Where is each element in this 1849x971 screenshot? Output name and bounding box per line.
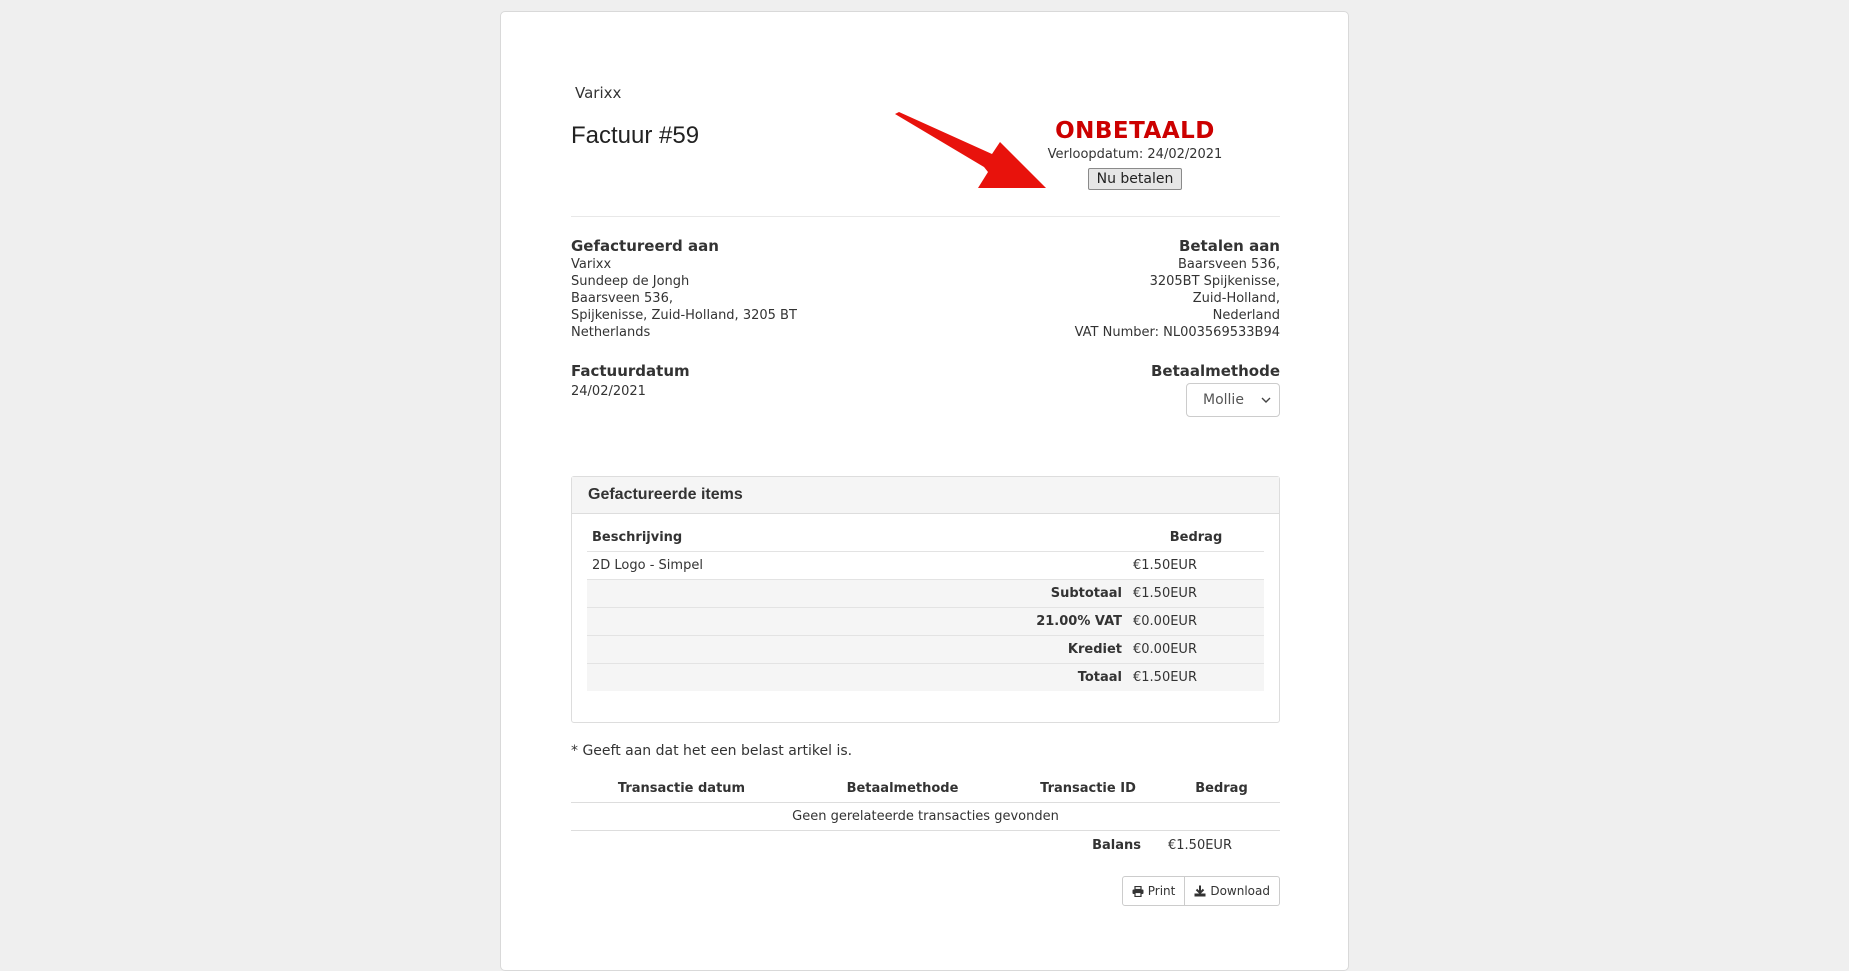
invoice-date-heading: Factuurdatum xyxy=(571,362,690,380)
total-label: 21.00% VAT xyxy=(1036,614,1122,629)
billed-to-heading: Gefactureerd aan xyxy=(571,237,719,255)
taxed-item-note: * Geeft aan dat het een belast artikel i… xyxy=(571,743,853,759)
billed-to-line: Varixx xyxy=(571,257,612,272)
balance-label: Balans xyxy=(1092,837,1141,853)
invoice-actions: Print Download xyxy=(1121,876,1280,906)
red-arrow-shape xyxy=(895,112,1046,188)
total-amount: €0.00EUR xyxy=(1133,642,1197,657)
invoiced-items-panel: Gefactureerde items Beschrijving Bedrag … xyxy=(571,476,1280,723)
total-amount: €1.50EUR xyxy=(1133,670,1197,685)
credit-row: Krediet €0.00EUR xyxy=(587,635,1264,663)
balance-value: €1.50EUR xyxy=(1168,837,1232,853)
column-header-description: Beschrijving xyxy=(592,529,683,545)
transactions-header-row: Transactie datum Betaalmethode Transacti… xyxy=(571,775,1280,803)
total-amount: €1.50EUR xyxy=(1133,586,1197,601)
pay-now-button[interactable]: Nu betalen xyxy=(1087,168,1183,190)
print-label: Print xyxy=(1147,884,1176,898)
pay-to-heading: Betalen aan xyxy=(1178,237,1280,255)
total-label: Krediet xyxy=(1067,642,1122,657)
total-label: Subtotaal xyxy=(1050,586,1122,601)
chevron-down-icon xyxy=(1261,397,1271,403)
pay-to-line: VAT Number: NL003569533B94 xyxy=(1074,325,1280,340)
column-header-amount: Bedrag xyxy=(1169,529,1223,545)
payment-method-heading: Betaalmethode xyxy=(1150,362,1280,380)
invoice-title: Factuur #59 xyxy=(571,122,700,149)
pay-to-line: Zuid-Holland, xyxy=(1192,291,1280,306)
column-header-amount: Bedrag xyxy=(1195,781,1248,796)
table-row: 2D Logo - Simpel €1.50EUR xyxy=(587,551,1264,579)
subtotal-row: Subtotaal €1.50EUR xyxy=(587,579,1264,607)
panel-title: Gefactureerde items xyxy=(572,477,1279,514)
total-label: Totaal xyxy=(1077,670,1122,685)
column-header-transaction-date: Transactie datum xyxy=(617,781,746,796)
pay-to: Betalen aan Baarsveen 536, 3205BT Spijke… xyxy=(1075,238,1280,341)
logo-alt-text: Varixx xyxy=(575,84,622,102)
total-row: Totaal €1.50EUR xyxy=(587,663,1264,691)
company-logo: Varixx xyxy=(571,84,621,102)
vat-row: 21.00% VAT €0.00EUR xyxy=(587,607,1264,635)
pay-to-line: 3205BT Spijkenisse, xyxy=(1149,274,1280,289)
items-header-row: Beschrijving Bedrag xyxy=(587,523,1264,551)
item-description: 2D Logo - Simpel xyxy=(592,558,703,573)
print-button[interactable]: Print xyxy=(1121,876,1186,906)
column-header-transaction-id: Transactie ID xyxy=(1040,781,1136,796)
invoice-date: Factuurdatum 24/02/2021 xyxy=(571,363,690,400)
download-label: Download xyxy=(1210,884,1270,898)
items-table: Beschrijving Bedrag 2D Logo - Simpel €1.… xyxy=(587,523,1264,691)
billed-to-line: Netherlands xyxy=(571,325,651,340)
red-arrow-annotation xyxy=(895,112,1046,188)
invoice-date-value: 24/02/2021 xyxy=(571,384,646,399)
billed-to-line: Sundeep de Jongh xyxy=(571,274,690,289)
billed-to-line: Spijkenisse, Zuid-Holland, 3205 BT xyxy=(571,308,797,323)
total-amount: €0.00EUR xyxy=(1133,614,1197,629)
payment-method: Betaalmethode Mollie xyxy=(1151,363,1280,417)
download-icon xyxy=(1194,885,1206,897)
transactions-table: Transactie datum Betaalmethode Transacti… xyxy=(571,775,1280,859)
column-header-payment-method: Betaalmethode xyxy=(846,781,959,796)
print-icon xyxy=(1132,885,1144,897)
billed-to-line: Baarsveen 536, xyxy=(571,291,673,306)
payment-method-select[interactable]: Mollie xyxy=(1186,383,1280,417)
payment-method-value: Mollie xyxy=(1203,391,1244,408)
pay-to-line: Nederland xyxy=(1212,308,1280,323)
header-divider xyxy=(571,216,1280,217)
pay-to-line: Baarsveen 536, xyxy=(1178,257,1280,272)
download-button[interactable]: Download xyxy=(1185,876,1280,906)
billed-to: Gefactureerd aan Varixx Sundeep de Jongh… xyxy=(571,238,797,341)
no-transactions-message: Geen gerelateerde transacties gevonden xyxy=(571,803,1280,831)
balance-row: Balans €1.50EUR xyxy=(571,831,1280,859)
item-amount: €1.50EUR xyxy=(1133,558,1197,573)
